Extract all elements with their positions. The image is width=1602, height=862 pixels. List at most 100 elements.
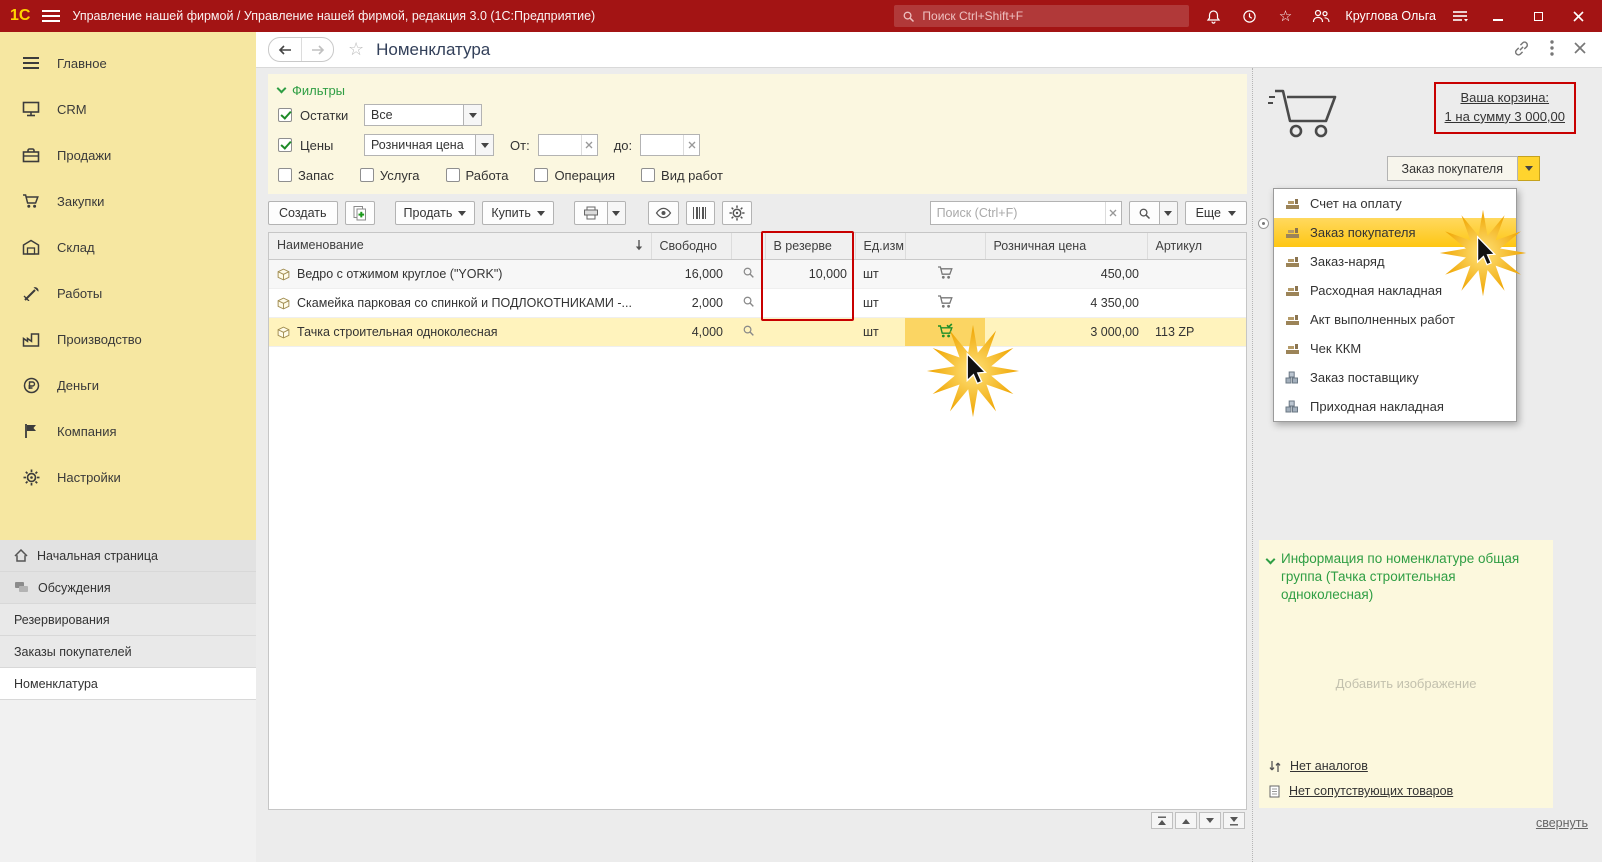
checkbox[interactable]: [641, 168, 656, 182]
no-related-products-link[interactable]: Нет сопутствующих товаров: [1269, 784, 1453, 798]
service-menu-icon[interactable]: [1448, 4, 1472, 28]
search-options-button[interactable]: [1128, 201, 1178, 225]
sidebar-item-raboty[interactable]: Работы: [0, 270, 256, 316]
sidebar-item-glavnoe[interactable]: Главное: [0, 40, 256, 86]
checkbox[interactable]: [534, 168, 549, 182]
discussions-people-icon[interactable]: [1309, 4, 1333, 28]
clear-icon[interactable]: [1104, 202, 1121, 224]
type-filter-usluga[interactable]: Услуга: [359, 168, 420, 183]
clear-icon[interactable]: [580, 135, 597, 155]
type-filter-vid-rabot[interactable]: Вид работ: [641, 168, 723, 183]
current-user[interactable]: Круглова Ольга: [1345, 9, 1436, 23]
column-header-unit[interactable]: Ед.изм: [855, 233, 906, 260]
maximize-button[interactable]: [1524, 4, 1552, 28]
checkbox[interactable]: [278, 168, 292, 182]
no-analogs-link[interactable]: Нет аналогов: [1269, 759, 1453, 773]
forward-button[interactable]: [301, 38, 333, 61]
menu-item-purchase-invoice[interactable]: Приходная накладная: [1274, 392, 1516, 421]
column-header-free[interactable]: Свободно: [651, 233, 732, 260]
checkbox[interactable]: [359, 168, 374, 182]
favorite-star-icon[interactable]: ☆: [348, 39, 364, 60]
menu-item-completed-work-act[interactable]: Акт выполненных работ: [1274, 305, 1516, 334]
sidebar-item-discussions[interactable]: Обсуждения: [0, 572, 256, 604]
close-window-button[interactable]: [1564, 4, 1592, 28]
add-to-cart-cell[interactable]: [905, 259, 985, 289]
table-row-selected[interactable]: Тачка строительная одноколесная 4,000 шт…: [269, 317, 1246, 347]
chevron-down-icon[interactable]: [606, 202, 625, 224]
close-form-icon[interactable]: [1574, 42, 1586, 57]
back-button[interactable]: [269, 38, 301, 61]
column-header-reserve[interactable]: В резерве: [765, 233, 856, 260]
table-row[interactable]: Ведро с отжимом круглое ("YORK") 16,000 …: [269, 259, 1246, 289]
in-cart-cell[interactable]: [905, 317, 985, 347]
cart-link-line1[interactable]: Ваша корзина:: [1445, 89, 1565, 108]
print-button[interactable]: [573, 201, 626, 225]
favorites-star-icon[interactable]: ☆: [1273, 4, 1297, 28]
zoom-cell[interactable]: [731, 317, 765, 347]
create-order-button[interactable]: Заказ покупателя: [1386, 156, 1518, 181]
scroll-up-button[interactable]: [1175, 812, 1197, 829]
sell-button[interactable]: Продать: [394, 201, 476, 225]
table-row[interactable]: Скамейка парковая со спинкой и ПОДЛОКОТН…: [269, 288, 1246, 318]
get-link-icon[interactable]: [1513, 40, 1530, 60]
sidebar-item-nomenclature[interactable]: Номенклатура: [0, 668, 256, 700]
cart-link-line2[interactable]: 1 на сумму 3 000,00: [1445, 108, 1565, 127]
column-header-cart[interactable]: [905, 233, 986, 260]
price-from-input[interactable]: [538, 138, 581, 152]
menu-item-sales-invoice[interactable]: Расходная накладная: [1274, 276, 1516, 305]
collapse-panel-link[interactable]: свернуть: [1536, 816, 1588, 830]
add-to-cart-cell[interactable]: [905, 288, 985, 318]
sidebar-item-prodazhi[interactable]: Продажи: [0, 132, 256, 178]
add-image-placeholder[interactable]: Добавить изображение: [1259, 676, 1553, 691]
buy-button[interactable]: Купить: [482, 201, 554, 225]
more-actions-button[interactable]: Еще: [1184, 201, 1247, 225]
global-search-input[interactable]: Поиск Ctrl+Shift+F: [894, 5, 1190, 27]
scroll-to-bottom-button[interactable]: [1223, 812, 1245, 829]
type-filter-rabota[interactable]: Работа: [445, 168, 508, 183]
sidebar-item-kompaniya[interactable]: Компания: [0, 408, 256, 454]
panel-option-radio[interactable]: [1258, 218, 1269, 229]
type-filter-operaciya[interactable]: Операция: [534, 168, 615, 183]
create-button[interactable]: Создать: [268, 201, 338, 225]
menu-item-invoice[interactable]: Счет на оплату: [1274, 189, 1516, 218]
sidebar-item-sklad[interactable]: Склад: [0, 224, 256, 270]
price-type-select[interactable]: Розничная цена: [364, 134, 494, 156]
stock-filter-checkbox[interactable]: [278, 108, 292, 122]
preview-eye-button[interactable]: [647, 201, 679, 225]
sidebar-item-zakupki[interactable]: Закупки: [0, 178, 256, 224]
scroll-down-button[interactable]: [1199, 812, 1221, 829]
menu-item-kkm-receipt[interactable]: Чек ККМ: [1274, 334, 1516, 363]
column-header-article[interactable]: Артикул: [1147, 233, 1246, 260]
item-info-header[interactable]: Информация по номенклатуре общая группа …: [1265, 550, 1543, 605]
sidebar-item-proizvodstvo[interactable]: Производство: [0, 316, 256, 362]
barcode-button[interactable]: [685, 201, 715, 225]
sidebar-item-crm[interactable]: CRM: [0, 86, 256, 132]
clear-icon[interactable]: [683, 135, 699, 155]
sidebar-item-reservations[interactable]: Резервирования: [0, 604, 256, 636]
chevron-down-icon[interactable]: [463, 105, 481, 125]
menu-item-customer-order[interactable]: Заказ покупателя: [1274, 218, 1516, 247]
menu-item-supplier-order[interactable]: Заказ поставщику: [1274, 363, 1516, 392]
create-group-button[interactable]: [344, 201, 375, 225]
zoom-cell[interactable]: [731, 288, 765, 318]
price-filter-checkbox[interactable]: [278, 138, 292, 152]
sidebar-item-start-page[interactable]: Начальная страница: [0, 540, 256, 572]
chevron-down-icon[interactable]: [1158, 202, 1177, 224]
more-menu-icon[interactable]: [1550, 40, 1554, 59]
minimize-button[interactable]: [1484, 4, 1512, 28]
column-header-name[interactable]: Наименование: [269, 233, 652, 260]
zoom-cell[interactable]: [731, 259, 765, 289]
chevron-down-icon[interactable]: [475, 135, 493, 155]
column-header-price[interactable]: Розничная цена: [985, 233, 1148, 260]
notifications-bell-icon[interactable]: [1201, 4, 1225, 28]
history-icon[interactable]: [1237, 4, 1261, 28]
stock-filter-select[interactable]: Все: [364, 104, 482, 126]
sidebar-item-dengi[interactable]: Деньги: [0, 362, 256, 408]
list-settings-button[interactable]: [721, 201, 752, 225]
filters-group-header[interactable]: Фильтры: [276, 80, 1237, 100]
checkbox[interactable]: [445, 168, 460, 182]
menu-item-work-order[interactable]: Заказ-наряд: [1274, 247, 1516, 276]
scroll-to-top-button[interactable]: [1151, 812, 1173, 829]
column-header-zoom[interactable]: [731, 233, 766, 260]
main-menu-icon[interactable]: [42, 10, 61, 22]
